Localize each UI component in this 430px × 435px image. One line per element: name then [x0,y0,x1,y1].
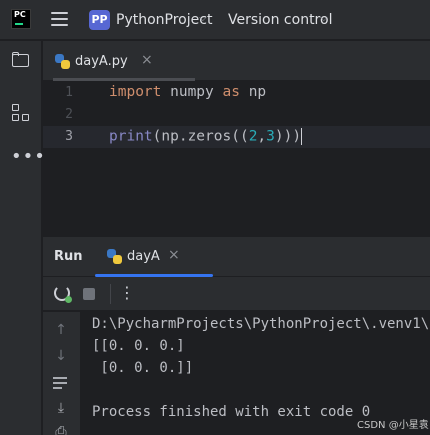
project-name-dropdown[interactable]: PythonProject [116,12,212,28]
line-number: 3 [65,129,73,144]
close-icon[interactable]: × [168,247,180,263]
soft-wrap-icon[interactable] [53,377,69,389]
run-tool-window-header: Run dayA × [43,236,430,277]
editor-tab-bar: dayA.py × [43,41,430,81]
console-line: [[0. 0. 0.] [92,338,185,354]
code-line-current: 3 print(np.zeros((2,3))) [43,126,430,148]
close-icon[interactable]: × [141,52,153,68]
tool-window-strip: ••• [0,41,45,435]
chevron-down-icon[interactable]: ⌵ [199,13,207,24]
arrow-up-icon[interactable]: ↑ [53,322,69,338]
more-vertical-icon[interactable]: ⋮ [119,282,135,304]
console-side-toolbar: ↑ ↓ ⤓ ⎙ [43,312,80,435]
version-control-dropdown[interactable]: Version control [228,12,332,28]
stop-icon[interactable] [83,288,95,300]
toolbar-divider [110,284,111,304]
editor-tab-dayA[interactable]: dayA.py × [53,41,195,81]
console-line: Process finished with exit code 0 [92,404,371,420]
code-editor[interactable]: 1 import numpy as np 2 3 print(np.zeros(… [43,82,430,235]
console-line: D:\PycharmProjects\PythonProject\.venv1\… [92,316,430,332]
line-number: 1 [65,85,73,100]
rerun-icon[interactable] [54,285,72,303]
code-text: import numpy as np [109,84,267,100]
folder-icon[interactable] [11,51,31,71]
hamburger-icon[interactable] [51,12,68,27]
console-line: [0. 0. 0.]] [92,360,194,376]
line-number: 2 [65,107,73,122]
python-file-icon [55,54,70,69]
run-tab-label: dayA [127,249,160,264]
scroll-to-end-icon[interactable]: ⤓ [53,400,69,416]
arrow-down-icon[interactable]: ↓ [53,348,69,364]
run-tab-dayA[interactable]: dayA × [95,237,213,277]
more-horizontal-icon[interactable]: ••• [11,147,45,167]
editor-tab-label: dayA.py [75,54,128,69]
run-toolbar: ⋮ [43,277,430,311]
code-text: print(np.zeros((2,3))) [109,128,303,145]
project-badge[interactable]: PP [89,10,110,30]
print-icon[interactable]: ⎙ [53,424,69,435]
code-line: 1 import numpy as np [43,82,430,104]
watermark: CSDN @小星袁 [357,420,429,431]
code-line: 2 [43,104,430,126]
run-title: Run [54,249,83,264]
chevron-down-icon[interactable]: ⌵ [320,13,328,24]
structure-icon[interactable] [11,103,31,123]
app-logo-text: PC [14,10,26,19]
title-bar: PC PP PythonProject ⌵ Version control ⌵ [0,0,430,40]
python-run-icon [107,249,122,264]
pycharm-logo-icon[interactable]: PC [11,9,31,29]
